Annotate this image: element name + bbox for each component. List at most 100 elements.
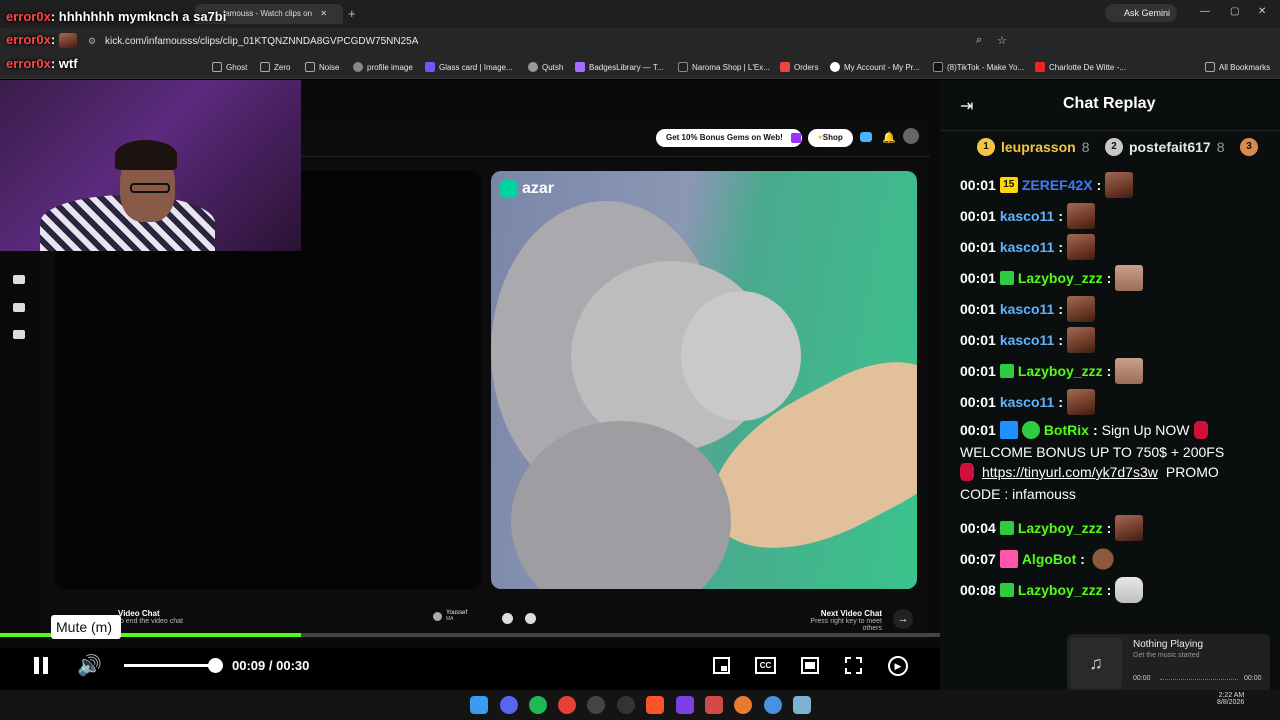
avatar xyxy=(903,128,919,144)
left-caption-block: Video Chat to end the video chat xyxy=(118,609,183,625)
chrome-active-icon[interactable] xyxy=(764,696,782,714)
bookmark-noise[interactable]: Noise xyxy=(305,60,339,74)
user-icon xyxy=(433,611,442,621)
url-field[interactable]: kick.com/infamousss/clips/clip_01KTQNZNN… xyxy=(105,36,418,47)
azar-logo: azar xyxy=(500,180,554,198)
app-icon[interactable] xyxy=(705,696,723,714)
bookmark-ghost[interactable]: Ghost xyxy=(212,60,247,74)
bookmark-zero[interactable]: Zero xyxy=(260,60,290,74)
emote-icon xyxy=(1088,546,1117,572)
botrix-badge-icon xyxy=(999,421,1018,439)
maximize-icon[interactable]: ▢ xyxy=(1230,6,1239,17)
discord-icon[interactable] xyxy=(500,696,518,714)
bonus-gems-button: Get 10% Bonus Gems on Web! xyxy=(656,129,802,147)
bot-avatar-icon xyxy=(999,550,1018,568)
time-current: 00:09 xyxy=(232,658,266,673)
bookmark-label: BadgesLibrary — T... xyxy=(589,62,664,72)
chat-message: 00:01 BotRix: Sign Up NOW xyxy=(960,421,1208,439)
volume-icon[interactable]: 🔊 xyxy=(77,653,102,678)
fullscreen-icon[interactable] xyxy=(845,657,862,674)
gem-icon xyxy=(960,463,974,481)
user-info: Youssef MA xyxy=(433,610,467,622)
emote-icon xyxy=(1115,265,1144,291)
site-info-icon[interactable]: ⚙ xyxy=(88,36,96,47)
bookmark-my-account[interactable]: My Account - My Pr... xyxy=(830,60,920,74)
playback-speed-icon[interactable]: ▶ xyxy=(888,656,908,676)
chat-bubble-icon xyxy=(860,132,872,142)
next-chat-block: Next Video Chat Press right key to meet … xyxy=(792,609,882,632)
promo-link[interactable]: https://tinyurl.com/yk7d7s3w xyxy=(982,464,1158,480)
menu-side-icon xyxy=(13,303,25,312)
app-icon[interactable] xyxy=(793,696,811,714)
bookmark-label: profile image xyxy=(367,62,413,72)
verified-badge-icon xyxy=(1021,421,1040,439)
bookmark-label: Qutsh xyxy=(542,62,564,72)
app-icon[interactable] xyxy=(617,696,635,714)
message-text: Sign Up NOW xyxy=(1101,422,1190,438)
close-icon[interactable]: ✕ xyxy=(1258,6,1266,17)
ask-gemini-button[interactable]: Ask Gemini xyxy=(1105,4,1177,22)
message-time: 00:01 xyxy=(960,177,996,193)
brave-icon[interactable] xyxy=(646,696,664,714)
overlay-user: error0x xyxy=(6,56,51,71)
emote-icon xyxy=(1066,296,1095,322)
bookmark-charlotte[interactable]: Charlotte De Witte -... xyxy=(1035,60,1126,74)
music-note-icon: ♫ xyxy=(1070,637,1122,689)
all-bookmarks[interactable]: All Bookmarks xyxy=(1205,60,1270,74)
bookmark-orders[interactable]: Orders xyxy=(780,60,818,74)
pip-icon[interactable] xyxy=(713,657,730,674)
chrome-icon[interactable] xyxy=(558,696,576,714)
time-sep: / xyxy=(268,658,273,673)
bookmark-glass-card[interactable]: Glass card | Image... xyxy=(425,60,513,74)
volume-slider[interactable] xyxy=(124,664,216,667)
bookmark-badgeslibrary[interactable]: BadgesLibrary — T... xyxy=(575,60,664,74)
leaderboard-count: 8 xyxy=(1081,139,1090,155)
bookmark-tiktok[interactable]: (8)TikTok - Make Yo... xyxy=(933,60,1024,74)
zoom-icon[interactable]: ⌕ xyxy=(976,34,982,47)
app-icon[interactable] xyxy=(587,696,605,714)
message-time: 00:01 xyxy=(960,394,996,410)
spotify-icon[interactable] xyxy=(529,696,547,714)
pause-icon-bar[interactable] xyxy=(34,657,39,674)
chat-title: Chat Replay xyxy=(1063,95,1156,112)
divider xyxy=(300,156,930,157)
firefox-icon[interactable] xyxy=(734,696,752,714)
minimize-icon[interactable]: — xyxy=(1200,6,1210,17)
start-icon[interactable] xyxy=(470,696,488,714)
bookmark-naroma[interactable]: Naroma Shop | L'Ex... xyxy=(678,60,770,74)
clock-time: 2:22 AM xyxy=(1218,692,1245,699)
gem-icon xyxy=(1193,421,1208,439)
bookmark-profile-image[interactable]: profile image xyxy=(353,60,413,74)
user-country: MA xyxy=(446,616,454,622)
message-time: 00:01 xyxy=(960,332,996,348)
message-time: 00:08 xyxy=(960,582,996,598)
message-time: 00:04 xyxy=(960,520,996,536)
message-user: ZEREF42X xyxy=(1021,177,1093,193)
app-icon[interactable] xyxy=(676,696,694,714)
azar-logo-text: azar xyxy=(522,180,555,197)
captions-icon[interactable]: CC xyxy=(755,657,776,674)
bookmark-qutsh[interactable]: Qutsh xyxy=(528,60,563,74)
message-user: kasco11 xyxy=(999,332,1055,348)
collapse-chat-icon[interactable]: ⇥ xyxy=(960,96,973,116)
bookmark-label: Orders xyxy=(794,62,819,72)
message-time: 00:01 xyxy=(960,208,996,224)
volume-knob[interactable] xyxy=(208,658,223,673)
message-user: Lazyboy_zzz xyxy=(1017,520,1103,536)
message-text: PROMO xyxy=(1165,464,1219,480)
message-time: 00:01 xyxy=(960,239,996,255)
new-tab-button[interactable]: + xyxy=(348,6,356,21)
bell-icon: 🔔 xyxy=(882,132,896,144)
blanket xyxy=(681,291,801,421)
theater-mode-icon[interactable] xyxy=(801,657,819,674)
bookmark-star-icon[interactable]: ☆ xyxy=(997,34,1007,47)
rank-badge: 2 xyxy=(1105,138,1123,156)
pause-icon[interactable] xyxy=(43,657,48,674)
bookmark-label: All Bookmarks xyxy=(1219,62,1271,72)
clock-date: 8/8/2026 xyxy=(1217,699,1245,706)
music-progress[interactable] xyxy=(1160,679,1238,680)
music-time-start: 00:00 xyxy=(1133,675,1151,682)
left-caption: Video Chat xyxy=(118,609,160,618)
left-subcaption: to end the video chat xyxy=(118,618,183,625)
bookmark-label: Ghost xyxy=(226,62,248,72)
